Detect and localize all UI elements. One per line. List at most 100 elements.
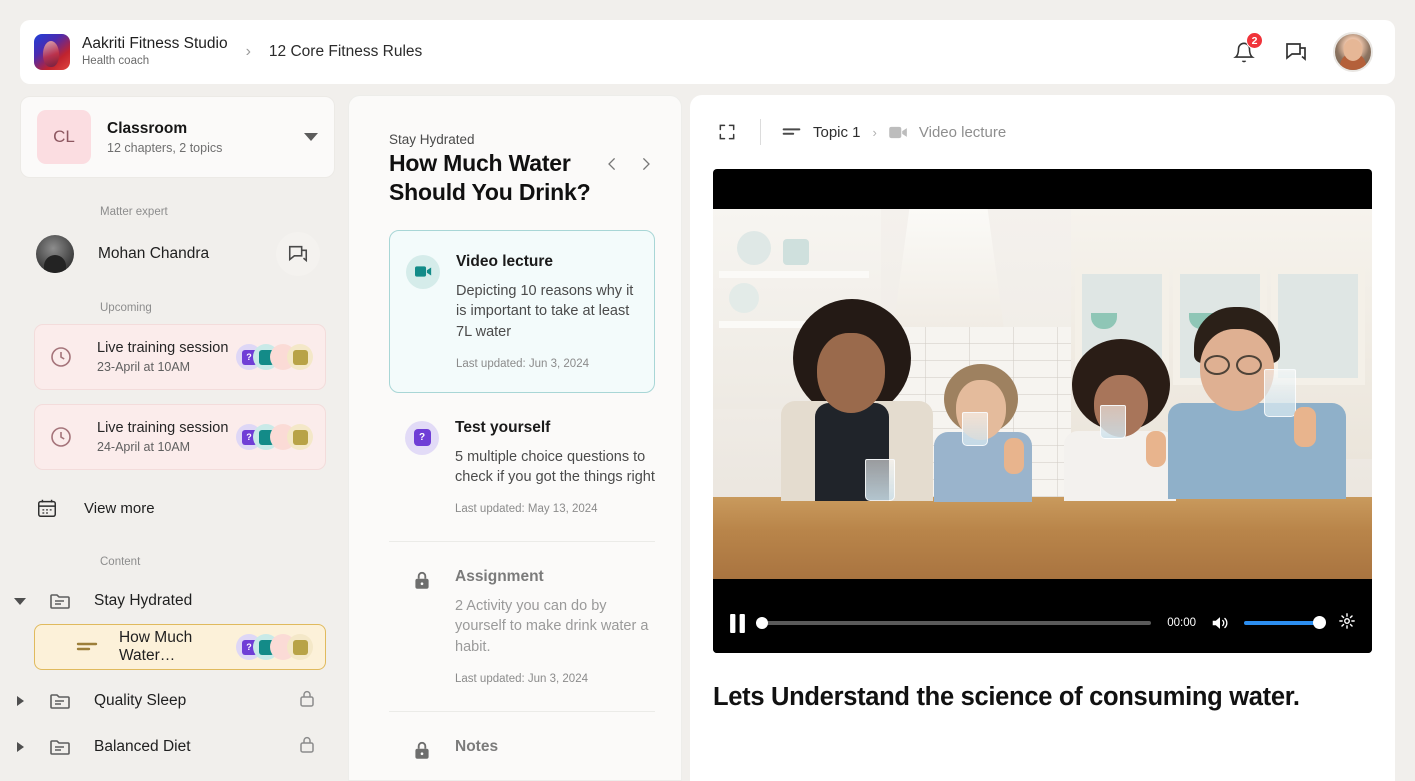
- document-badge: [287, 344, 313, 370]
- view-more-button[interactable]: View more: [0, 486, 340, 530]
- divider: [760, 119, 761, 145]
- chevron-right-icon[interactable]: [0, 742, 40, 752]
- volume-handle[interactable]: [1313, 616, 1326, 629]
- lesson-item-notes[interactable]: Notes: [389, 710, 655, 767]
- event-text: Live training session 23-April at 10AM: [97, 340, 228, 374]
- scene-counter: [713, 497, 1372, 579]
- lesson-title: Notes: [455, 737, 499, 755]
- header-actions: 2: [1229, 32, 1373, 72]
- gear-icon: [1339, 612, 1355, 629]
- event-time: 23-April at 10AM: [97, 360, 191, 374]
- notifications-button[interactable]: 2: [1229, 32, 1263, 67]
- event-time: 24-April at 10AM: [97, 440, 191, 454]
- lesson-title: Test yourself: [455, 418, 551, 436]
- lock-icon: [298, 735, 316, 760]
- chevron-down-icon[interactable]: [304, 133, 318, 141]
- content-label: Content: [100, 556, 141, 568]
- pause-icon: [730, 613, 745, 633]
- resource-badges: ?: [236, 424, 313, 450]
- classroom-meta: 12 chapters, 2 topics: [107, 140, 223, 155]
- lesson-body: Notes: [455, 738, 498, 767]
- progress-slider[interactable]: [756, 617, 1152, 629]
- volume-on-icon: [1212, 617, 1228, 629]
- document-badge: [287, 424, 313, 450]
- scene-person-father: [1168, 307, 1353, 499]
- video-player[interactable]: 00:00: [713, 169, 1372, 653]
- settings-button[interactable]: [1338, 612, 1356, 635]
- expert-chat-button[interactable]: [276, 232, 320, 276]
- progress-handle[interactable]: [756, 617, 768, 629]
- breadcrumb-topic-label: Topic 1: [813, 123, 861, 141]
- matter-expert-row[interactable]: Mohan Chandra: [0, 228, 340, 280]
- sidebar-item-how-much-water[interactable]: How Much Water… ?: [34, 624, 326, 670]
- clock-icon: [51, 427, 71, 447]
- resource-badges: ?: [236, 344, 313, 370]
- lesson-item-test-yourself[interactable]: ? Test yourself 5 multiple choice questi…: [389, 393, 655, 541]
- lesson-item-video-lecture[interactable]: Video lecture Depicting 10 reasons why i…: [389, 229, 655, 393]
- topic-eyebrow: Stay Hydrated: [389, 132, 475, 147]
- lesson-icon-wrap: [406, 253, 440, 370]
- calendar-icon: [38, 499, 56, 517]
- breadcrumb-current-page[interactable]: 12 Core Fitness Rules: [269, 43, 422, 61]
- video-icon: [889, 126, 907, 138]
- sidebar-item-stay-hydrated[interactable]: Stay Hydrated: [0, 578, 340, 624]
- sidebar-item-label: Quality Sleep: [94, 692, 187, 709]
- user-avatar[interactable]: [1333, 32, 1373, 72]
- view-more-label: View more: [84, 499, 155, 517]
- volume-button[interactable]: [1210, 614, 1230, 632]
- quiz-icon: ?: [405, 420, 439, 455]
- chat-icon: [288, 245, 308, 263]
- document-badge: [287, 634, 313, 660]
- lesson-lines-icon: [70, 638, 105, 656]
- folder-icon: [40, 589, 80, 613]
- lesson-body: Test yourself 5 multiple choice question…: [455, 419, 655, 515]
- lock-icon: [412, 740, 432, 767]
- video-controls: 00:00: [713, 593, 1372, 653]
- event-title: Live training session: [97, 340, 229, 356]
- chevron-left-icon[interactable]: [603, 155, 621, 173]
- expert-avatar: [36, 235, 74, 273]
- brand-logo-icon: [34, 34, 70, 70]
- video-frame: [713, 209, 1372, 579]
- breadcrumb-topic[interactable]: Topic 1: [781, 124, 861, 141]
- classroom-selector[interactable]: CL Classroom 12 chapters, 2 topics: [20, 96, 335, 178]
- chevron-right-icon[interactable]: [637, 155, 655, 173]
- breadcrumb-item[interactable]: Video lecture: [889, 124, 1006, 141]
- scene-person-mother: [771, 299, 946, 501]
- brand-subtitle: Health coach: [82, 55, 150, 68]
- volume-slider[interactable]: [1244, 616, 1326, 629]
- lesson-title: Video lecture: [456, 252, 554, 270]
- pause-button[interactable]: [729, 613, 746, 633]
- video-title: Lets Understand the science of consuming…: [713, 683, 1300, 711]
- messages-button[interactable]: [1281, 37, 1311, 67]
- lock-icon: [298, 689, 316, 714]
- lesson-lines-icon: [782, 128, 801, 135]
- chevron-right-icon[interactable]: [0, 696, 40, 706]
- lesson-updated: Last updated: Jun 3, 2024: [456, 357, 589, 370]
- fullscreen-icon[interactable]: [714, 119, 740, 145]
- brand[interactable]: Aakriti Fitness Studio Health coach: [34, 34, 228, 70]
- sidebar-item-quality-sleep[interactable]: Quality Sleep: [0, 678, 340, 724]
- upcoming-event-item[interactable]: Live training session 24-April at 10AM ?: [34, 404, 326, 470]
- matter-expert-label: Matter expert: [100, 206, 168, 218]
- content-panel: Topic 1 › Video lecture 00:00 Lets Under…: [690, 95, 1395, 781]
- lesson-updated: Last updated: Jun 3, 2024: [455, 672, 588, 685]
- current-time: 00:00: [1167, 617, 1196, 629]
- clock-icon: [51, 347, 71, 367]
- lesson-item-assignment[interactable]: Assignment 2 Activity you can do by your…: [389, 540, 655, 711]
- breadcrumb-separator: ›: [245, 43, 251, 60]
- chat-icon: [1286, 43, 1306, 61]
- folder-icon: [40, 689, 80, 713]
- sidebar-item-balanced-diet[interactable]: Balanced Diet: [0, 724, 340, 770]
- lesson-description: 5 multiple choice questions to check if …: [455, 448, 655, 486]
- chevron-down-icon[interactable]: [0, 597, 40, 605]
- notification-badge: 2: [1246, 32, 1263, 49]
- upcoming-event-item[interactable]: Live training session 23-April at 10AM ?: [34, 324, 326, 390]
- classroom-text: Classroom 12 chapters, 2 topics: [107, 120, 222, 155]
- scene-person-girl2: [1058, 339, 1183, 501]
- classroom-name: Classroom: [107, 119, 188, 137]
- topic-header: How Much Water Should You Drink?: [389, 147, 655, 208]
- breadcrumb-item-label: Video lecture: [918, 123, 1007, 141]
- content-header: Topic 1 › Video lecture: [690, 95, 1395, 169]
- expert-name: Mohan Chandra: [98, 245, 210, 262]
